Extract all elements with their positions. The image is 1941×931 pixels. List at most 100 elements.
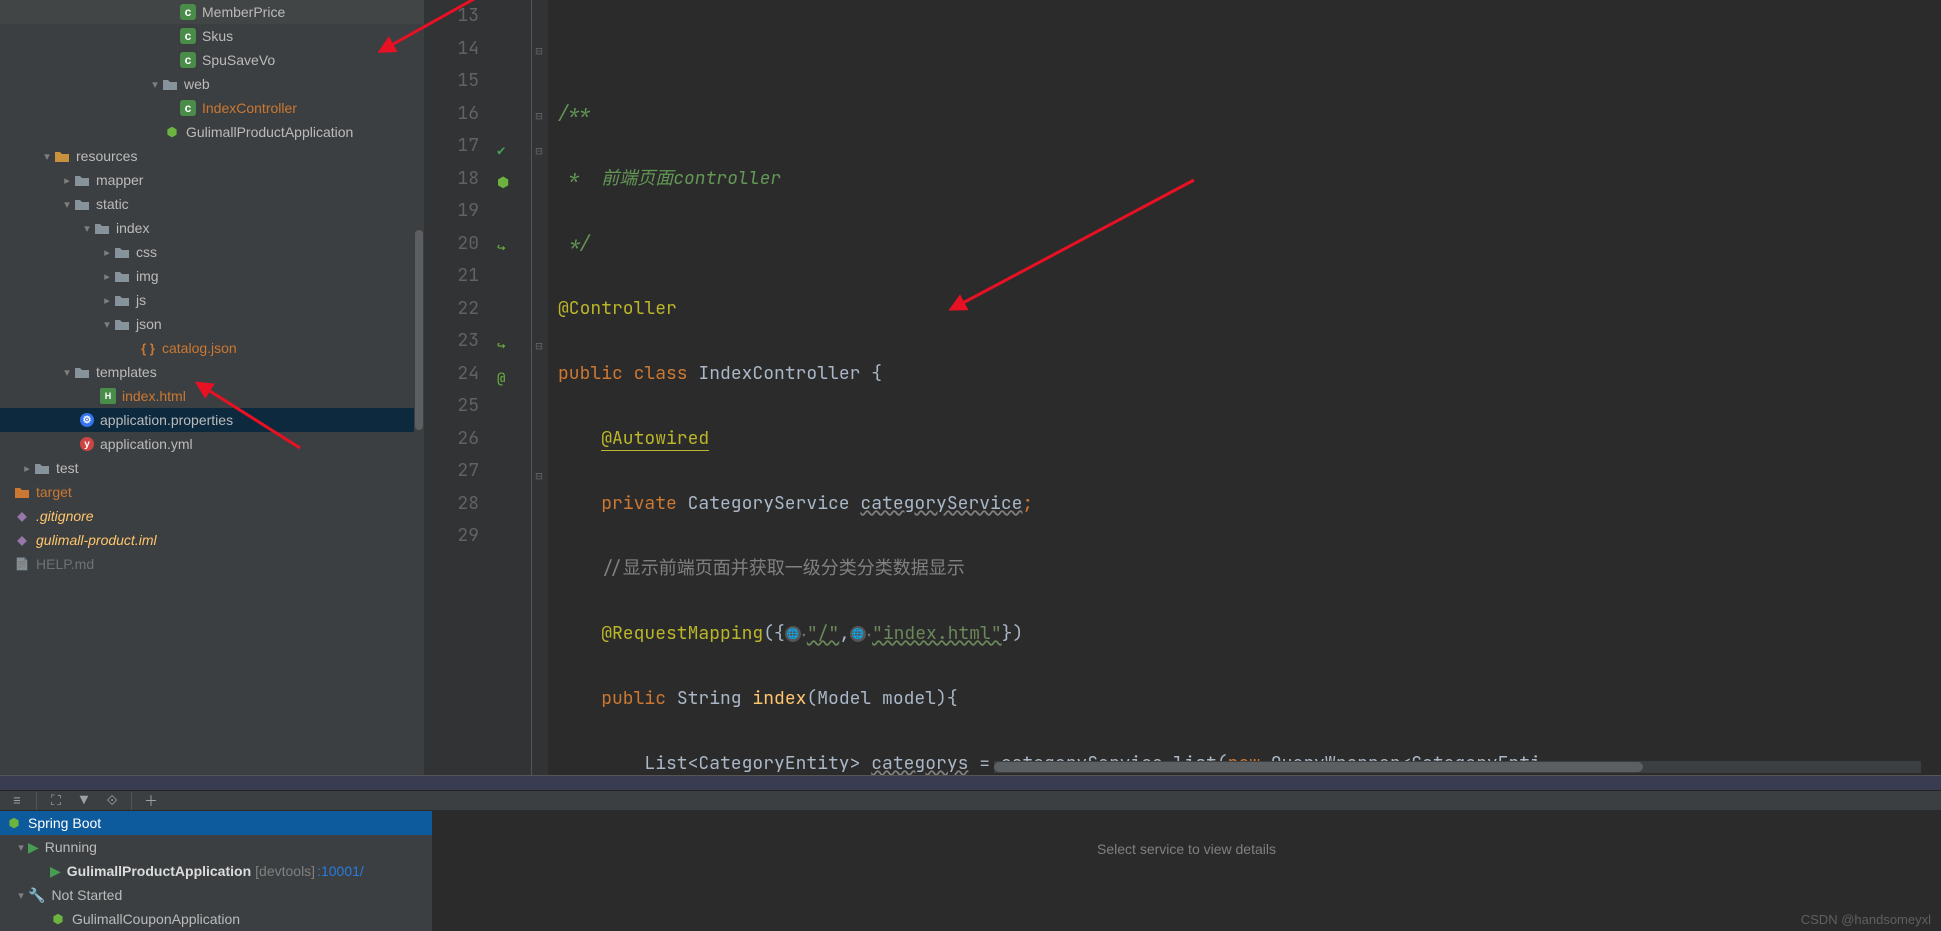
tree-item-indexcontroller[interactable]: cIndexController [0,96,424,120]
code-editor[interactable]: 13 14 15 16 17 18 19 20 21 22 23 24 25 2… [424,0,1941,775]
line-number: 23 [424,325,479,358]
fold-marker[interactable]: ⊟ [532,330,546,363]
tree-item-indexhtml[interactable]: Hindex.html [0,384,424,408]
tree-item-static[interactable]: static [0,192,424,216]
services-label: Spring Boot [28,815,101,831]
tree-item-mapper[interactable]: mapper [0,168,424,192]
tree-item-img[interactable]: img [0,264,424,288]
services-app-running[interactable]: ▶ GulimallProductApplication [devtools] … [0,859,432,883]
horizontal-scrollbar[interactable] [994,761,1921,773]
fold-marker[interactable]: ⊟ [532,135,546,168]
line-number: 13 [424,0,479,33]
chevron-down-icon[interactable] [80,222,94,235]
folder-icon [14,484,30,500]
services-tree[interactable]: ⬢ Spring Boot ▶ Running ▶ GulimallProduc… [0,811,432,931]
scroll-thumb[interactable] [415,230,423,430]
chevron-down-icon[interactable] [148,78,162,91]
tree-item-test[interactable]: test [0,456,424,480]
resources-icon [54,148,70,164]
tree-item-iml[interactable]: ◆gulimall-product.iml [0,528,424,552]
tree-label: test [56,460,79,476]
filter-icon[interactable]: ▼ [75,792,93,810]
tree-item-skus[interactable]: cSkus [0,24,424,48]
toolbar-icon[interactable]: ≡ [8,792,26,810]
fold-marker[interactable]: ⊟ [532,35,546,68]
code-text: String [677,687,753,710]
chevron-down-icon[interactable] [60,198,74,211]
toolbar-icon[interactable]: ⛶ [47,792,65,810]
html-icon: H [100,388,116,404]
tree-label: web [184,76,210,92]
tree-item-gulimallapp[interactable]: ⬢GulimallProductApplication [0,120,424,144]
tree-item-web[interactable]: web [0,72,424,96]
chevron-right-icon[interactable] [100,294,114,307]
services-node-running[interactable]: ▶ Running [0,835,432,859]
gutter-spring-icon[interactable]: ⬢ [497,167,515,185]
chevron-right-icon[interactable] [20,462,34,475]
line-number: 17 [424,130,479,163]
tree-item-resources[interactable]: resources [0,144,424,168]
tree-label: index.html [122,388,186,404]
chevron-down-icon[interactable] [14,841,28,854]
gutter-web-icon[interactable]: ↪ @ [497,330,515,348]
gutter-bean-icon[interactable]: ↪ [497,232,515,250]
tree-item-appprops[interactable]: ⚙application.properties [0,408,424,432]
scroll-thumb[interactable] [994,762,1643,772]
fold-gutter[interactable]: ⊟ ⊟ ⊟ ⊟ ⊟ [532,0,548,775]
tree-item-json[interactable]: json [0,312,424,336]
globe-icon[interactable]: 🌐 [785,626,801,642]
line-numbers: 13 14 15 16 17 18 19 20 21 22 23 24 25 2… [424,0,491,775]
code-text: { [871,362,882,385]
tree-item-catalogjson[interactable]: { }catalog.json [0,336,424,360]
detail-placeholder: Select service to view details [1097,841,1276,857]
tree-label: css [136,244,157,260]
fold-marker[interactable]: ⊟ [532,100,546,133]
code-text: /** [558,102,590,125]
chevron-right-icon[interactable] [100,270,114,283]
code-text: categoryService [860,492,1022,515]
chevron-right-icon[interactable] [60,174,74,187]
code-text: * [558,167,601,190]
line-number: 21 [424,260,479,293]
services-node-springboot[interactable]: ⬢ Spring Boot [0,811,432,835]
panel-divider[interactable] [0,775,1941,792]
services-node-notstarted[interactable]: 🔧 Not Started [0,883,432,907]
tree-item-memberprice[interactable]: cMemberPrice [0,0,424,24]
services-app-notstarted[interactable]: ⬢ GulimallCouponApplication [0,907,432,931]
tree-item-target[interactable]: target [0,480,424,504]
play-icon: ▶ [28,839,39,856]
tree-label: application.properties [100,412,233,428]
chevron-down-icon[interactable] [14,889,28,902]
tree-label: Skus [202,28,233,44]
tree-label: IndexController [202,100,297,116]
tree-label: target [36,484,72,500]
chevron-right-icon[interactable] [100,246,114,259]
sidebar-scrollbar[interactable] [414,200,424,540]
chevron-down-icon[interactable] [40,150,54,163]
code-text: @Autowired [601,427,709,451]
tree-item-templates[interactable]: templates [0,360,424,384]
tree-item-appyml[interactable]: yapplication.yml [0,432,424,456]
folder-icon [94,220,110,236]
tree-item-spusavevo[interactable]: cSpuSaveVo [0,48,424,72]
code-text: //显示前端页面并获取一级分类分类数据显示 [601,557,965,580]
fold-marker[interactable]: ⊟ [532,460,546,493]
tree-item-js[interactable]: js [0,288,424,312]
tree-label: js [136,292,146,308]
project-tree[interactable]: cMemberPrice cSkus cSpuSaveVo web cIndex… [0,0,424,775]
tree-item-css[interactable]: css [0,240,424,264]
code-text: (Model model){ [806,687,957,710]
services-port[interactable]: :10001/ [317,863,364,879]
add-icon[interactable]: ＋ [142,792,160,810]
code-content[interactable]: /** * 前端页面controller */ @Controller publ… [548,0,1941,775]
gutter-icons: ✔ ⬢ ↪ ↪ @ [491,0,532,775]
toolbar-icon[interactable]: ⟐ [103,792,121,810]
gutter-implement-icon[interactable]: ✔ [497,135,515,153]
tree-item-index-folder[interactable]: index [0,216,424,240]
tree-item-helpmd[interactable]: 📄HELP.md [0,552,424,576]
code-text: private [601,492,687,515]
chevron-down-icon[interactable] [60,366,74,379]
globe-icon[interactable]: 🌐 [850,626,866,642]
chevron-down-icon[interactable] [100,318,114,331]
tree-item-gitignore[interactable]: ◆.gitignore [0,504,424,528]
